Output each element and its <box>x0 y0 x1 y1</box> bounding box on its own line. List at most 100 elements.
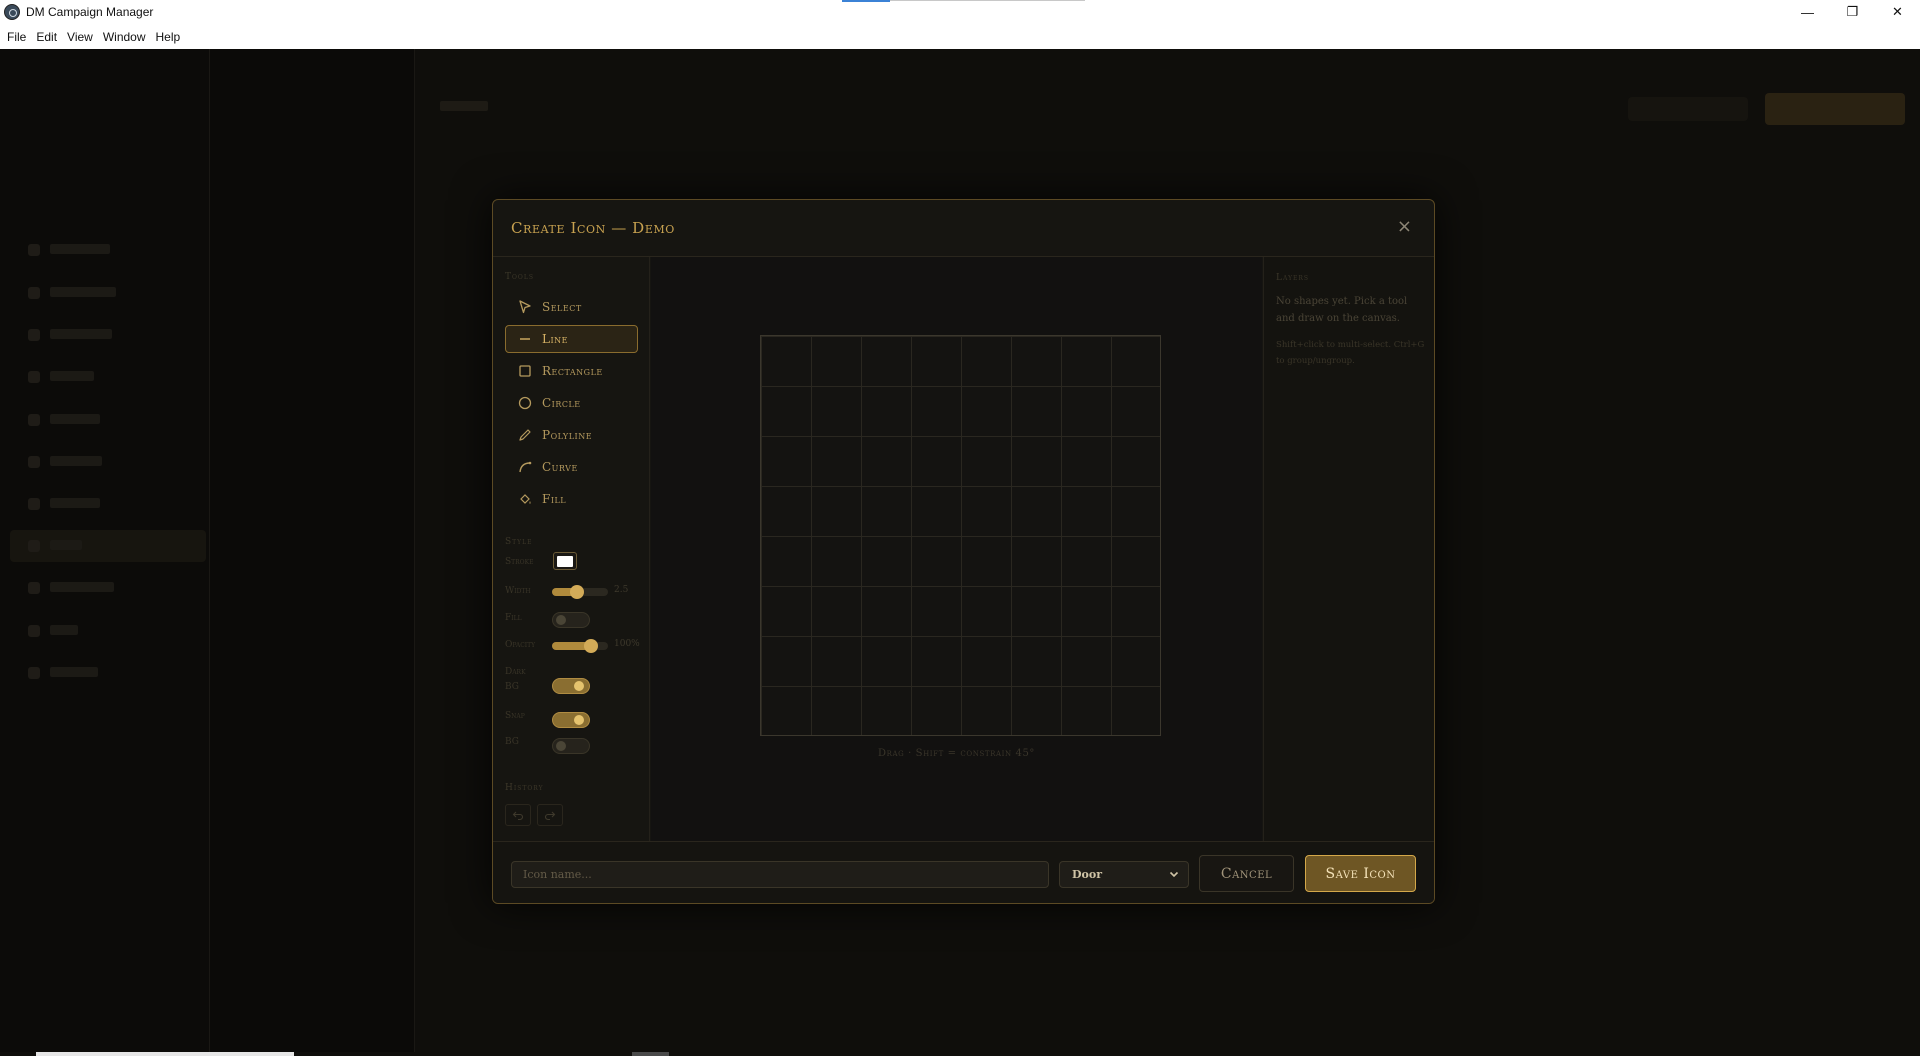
taskbar-indicator <box>36 1052 294 1056</box>
dialog-title: Create Icon — Demo <box>511 219 675 237</box>
bg-toggle[interactable] <box>552 738 590 754</box>
redo-button[interactable] <box>537 804 563 826</box>
dialog-header: Create Icon — Demo × <box>493 200 1434 257</box>
dark-bg-label: Dark BG <box>505 667 526 692</box>
stroke-color-swatch[interactable] <box>553 552 577 570</box>
menu-help[interactable]: Help <box>151 30 186 44</box>
fill-toggle[interactable] <box>552 612 590 628</box>
width-value: 2.5 <box>614 585 629 595</box>
tools-panel: Tools Select Line Rectangle Circle Polyl… <box>493 257 650 841</box>
category-select-value: Door <box>1072 868 1103 881</box>
circle-icon <box>516 394 534 412</box>
chevron-down-icon <box>1169 871 1179 878</box>
stroke-color-preview <box>557 555 573 567</box>
create-icon-dialog: Create Icon — Demo × Tools Select Line R… <box>492 199 1435 904</box>
snap-label: Snap <box>505 711 525 721</box>
tool-rectangle[interactable]: Rectangle <box>505 357 638 385</box>
cursor-icon <box>516 298 534 316</box>
dark-bg-toggle[interactable] <box>552 678 590 694</box>
redo-icon <box>544 811 556 821</box>
tool-fill-label: Fill <box>542 492 567 506</box>
dimmed-nav-item <box>10 572 206 604</box>
save-icon-button[interactable]: Save Icon <box>1305 855 1416 892</box>
title-accent-line <box>890 0 1085 1</box>
dimmed-nav-item <box>10 615 206 647</box>
tool-curve-label: Curve <box>542 460 578 474</box>
toggle-knob <box>556 615 566 625</box>
opacity-slider[interactable] <box>552 639 608 653</box>
opacity-label: Opacity <box>505 640 536 650</box>
width-label: Width <box>505 586 531 596</box>
width-slider[interactable] <box>552 585 608 599</box>
dimmed-button <box>1628 97 1748 121</box>
menu-bar: File Edit View Window Help <box>0 24 1920 49</box>
tool-select[interactable]: Select <box>505 293 638 321</box>
window-titlebar: DM Campaign Manager — ❐ ✕ <box>0 0 1920 24</box>
category-select[interactable]: Door <box>1059 861 1189 888</box>
menu-file[interactable]: File <box>2 30 31 44</box>
dimmed-nav-item <box>10 446 206 478</box>
restore-button[interactable]: ❐ <box>1830 0 1875 24</box>
tools-section-label: Tools <box>505 272 534 282</box>
dimmed-list-column <box>210 49 415 1052</box>
menu-window[interactable]: Window <box>98 30 151 44</box>
tool-fill[interactable]: Fill <box>505 485 638 513</box>
cancel-button[interactable]: Cancel <box>1199 855 1294 892</box>
close-window-button[interactable]: ✕ <box>1875 0 1920 24</box>
icon-name-input[interactable] <box>511 861 1049 888</box>
dimmed-nav-item <box>10 234 206 266</box>
minimize-button[interactable]: — <box>1785 0 1830 24</box>
tool-polyline[interactable]: Polyline <box>505 421 638 449</box>
history-section-label: History <box>505 783 544 793</box>
taskbar-indicator-small <box>632 1052 669 1056</box>
opacity-slider-knob[interactable] <box>584 639 599 653</box>
layers-panel: Layers No shapes yet. Pick a tool and dr… <box>1263 257 1434 841</box>
layers-empty-message: No shapes yet. Pick a tool and draw on t… <box>1276 296 1408 324</box>
window-title: DM Campaign Manager <box>26 5 154 19</box>
line-icon <box>516 330 534 348</box>
tool-select-label: Select <box>542 300 582 314</box>
tool-line[interactable]: Line <box>505 325 638 353</box>
title-accent-bar <box>842 0 890 2</box>
snap-toggle[interactable] <box>552 712 590 728</box>
dimmed-nav-item <box>10 488 206 520</box>
layers-section-label: Layers <box>1276 273 1310 283</box>
tool-curve[interactable]: Curve <box>505 453 638 481</box>
toggle-knob <box>556 741 566 751</box>
undo-button[interactable] <box>505 804 531 826</box>
dimmed-nav-item <box>10 404 206 436</box>
menu-edit[interactable]: Edit <box>31 30 62 44</box>
rectangle-icon <box>516 362 534 380</box>
tool-circle-label: Circle <box>542 396 581 410</box>
dimmed-nav-item <box>10 657 206 689</box>
curve-icon <box>516 458 534 476</box>
dimmed-nav-item <box>10 277 206 309</box>
drawing-canvas[interactable] <box>760 335 1161 736</box>
window-controls: — ❐ ✕ <box>1785 0 1920 24</box>
opacity-value: 100% <box>614 639 640 649</box>
tool-line-label: Line <box>542 332 568 346</box>
dimmed-main-title <box>440 101 488 111</box>
undo-icon <box>512 811 524 821</box>
paint-bucket-icon <box>516 490 534 508</box>
dimmed-primary-button <box>1765 93 1905 125</box>
toggle-knob <box>574 681 584 691</box>
dimmed-sidebar <box>0 49 210 1052</box>
dialog-close-button[interactable]: × <box>1397 216 1412 237</box>
toggle-knob <box>574 715 584 725</box>
canvas-area: Drag · Shift = constrain 45° <box>651 257 1262 841</box>
menu-view[interactable]: View <box>62 30 98 44</box>
dialog-footer: Door Cancel Save Icon <box>493 841 1434 903</box>
bg-label: BG <box>505 737 519 747</box>
tool-circle[interactable]: Circle <box>505 389 638 417</box>
fill-label: Fill <box>505 613 522 623</box>
dimmed-nav-item <box>10 319 206 351</box>
app-logo-icon <box>4 4 20 20</box>
width-slider-knob[interactable] <box>570 585 585 599</box>
tool-rectangle-label: Rectangle <box>542 364 603 378</box>
dimmed-nav-item <box>10 361 206 393</box>
canvas-hint: Drag · Shift = constrain 45° <box>877 748 1036 759</box>
layers-tip: Shift+click to multi-select. Ctrl+G to g… <box>1276 340 1425 366</box>
tool-polyline-label: Polyline <box>542 428 593 442</box>
stroke-label: Stroke <box>505 557 534 567</box>
